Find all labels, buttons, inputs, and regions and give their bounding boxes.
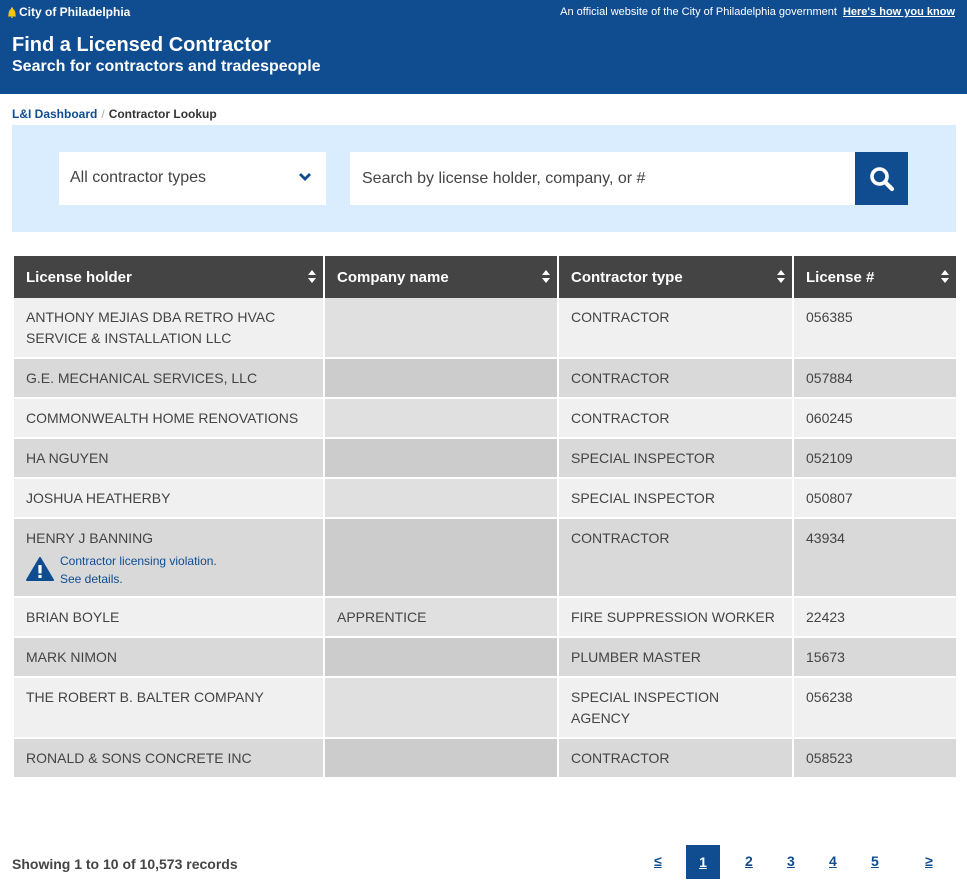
contractor-type-cell: CONTRACTOR: [557, 298, 793, 358]
contractor-type-cell: PLUMBER MASTER: [557, 637, 793, 677]
search-panel: All contractor types: [12, 125, 956, 232]
chevron-down-icon: [299, 173, 311, 181]
violation-link[interactable]: Contractor licensing violation.: [60, 552, 217, 570]
license-number-cell: 056385: [792, 298, 956, 358]
contractor-type-cell: CONTRACTOR: [557, 358, 793, 398]
column-header-license-holder[interactable]: License holder: [14, 256, 324, 298]
license-holder-cell: ANTHONY MEJIAS DBA RETRO HVAC SERVICE & …: [14, 298, 324, 358]
see-details-link[interactable]: See details.: [60, 570, 217, 588]
company-name-cell: [323, 478, 558, 518]
official-text: An official website of the City of Phila…: [560, 6, 837, 18]
utility-bar: City of Philadelphia An official website…: [0, 0, 967, 24]
contractor-type-cell: CONTRACTOR: [557, 738, 793, 778]
license-holder-cell: COMMONWEALTH HOME RENOVATIONS: [14, 398, 324, 438]
contractor-type-cell: SPECIAL INSPECTOR: [557, 438, 793, 478]
company-name-cell: APPRENTICE: [323, 597, 558, 637]
official-notice: An official website of the City of Phila…: [560, 6, 955, 18]
license-holder-cell: HA NGUYEN: [14, 438, 324, 478]
contractor-type-selected: All contractor types: [70, 169, 207, 186]
license-holder-cell: MARK NIMON: [14, 637, 324, 677]
sort-icon: [777, 270, 785, 283]
license-number-cell: 052109: [792, 438, 956, 478]
breadcrumb-separator: /: [101, 107, 105, 121]
contractor-type-select[interactable]: All contractor types: [59, 152, 326, 205]
brand-label: City of Philadelphia: [19, 5, 131, 19]
search-icon: [869, 166, 894, 191]
company-name-cell: [323, 298, 558, 358]
table-row[interactable]: ANTHONY MEJIAS DBA RETRO HVAC SERVICE & …: [14, 298, 956, 358]
license-number-cell: 057884: [792, 358, 956, 398]
table-header-row: License holder Company name Contractor t…: [14, 256, 956, 298]
liberty-bell-icon: [8, 6, 16, 18]
table-row[interactable]: HA NGUYEN SPECIAL INSPECTOR 052109: [14, 438, 956, 478]
company-name-cell: [323, 398, 558, 438]
column-header-license-number[interactable]: License #: [792, 256, 956, 298]
page-subtitle: Search for contractors and tradespeople: [12, 58, 321, 75]
column-header-label: License #: [806, 268, 875, 286]
company-name-cell: [323, 677, 558, 738]
results-count: Showing 1 to 10 of 10,573 records: [12, 856, 238, 872]
license-number-cell: 050807: [792, 478, 956, 518]
table-row[interactable]: JOSHUA HEATHERBY SPECIAL INSPECTOR 05080…: [14, 478, 956, 518]
license-number-cell: 058523: [792, 738, 956, 778]
license-holder-cell: HENRY J BANNING Contractor licensing vio…: [14, 518, 324, 597]
table-row[interactable]: MARK NIMON PLUMBER MASTER 15673: [14, 637, 956, 677]
warning-icon: [26, 557, 54, 581]
column-header-label: Company name: [337, 268, 449, 286]
contractor-type-cell: FIRE SUPPRESSION WORKER: [557, 597, 793, 637]
license-number-cell: 43934: [792, 518, 956, 597]
breadcrumb-dashboard-link[interactable]: L&I Dashboard: [12, 107, 97, 121]
app-header: Find a Licensed Contractor Search for co…: [0, 24, 967, 94]
license-number-cell: 060245: [792, 398, 956, 438]
previous-page-link[interactable]: ≤: [654, 853, 662, 869]
table-row[interactable]: G.E. MECHANICAL SERVICES, LLC CONTRACTOR…: [14, 358, 956, 398]
breadcrumb: L&I Dashboard / Contractor Lookup: [12, 107, 217, 121]
how-you-know-link[interactable]: Here's how you know: [843, 6, 955, 18]
column-header-label: License holder: [26, 268, 132, 286]
table-row[interactable]: HENRY J BANNING Contractor licensing vio…: [14, 518, 956, 597]
license-holder-name: HENRY J BANNING: [26, 530, 154, 546]
table-row[interactable]: RONALD & SONS CONCRETE INC CONTRACTOR 05…: [14, 738, 956, 778]
license-holder-cell: JOSHUA HEATHERBY: [14, 478, 324, 518]
table-row[interactable]: COMMONWEALTH HOME RENOVATIONS CONTRACTOR…: [14, 398, 956, 438]
search-button[interactable]: [855, 152, 908, 205]
page-2-link[interactable]: 2: [745, 853, 753, 869]
page-1-link[interactable]: 1: [686, 845, 720, 879]
company-name-cell: [323, 438, 558, 478]
table-row[interactable]: THE ROBERT B. BALTER COMPANY SPECIAL INS…: [14, 677, 956, 738]
license-number-cell: 22423: [792, 597, 956, 637]
sort-icon: [542, 270, 550, 283]
page-title: Find a Licensed Contractor: [12, 34, 271, 56]
company-name-cell: [323, 518, 558, 597]
column-header-label: Contractor type: [571, 268, 683, 286]
sort-icon: [941, 270, 949, 283]
search-input[interactable]: [350, 152, 856, 205]
sort-icon: [308, 270, 316, 283]
page-3-link[interactable]: 3: [787, 853, 795, 869]
contractor-type-cell: CONTRACTOR: [557, 398, 793, 438]
violation-notice: Contractor licensing violation. See deta…: [26, 552, 311, 588]
license-holder-cell: BRIAN BOYLE: [14, 597, 324, 637]
next-page-link[interactable]: ≥: [925, 853, 933, 869]
results-table: License holder Company name Contractor t…: [14, 256, 956, 779]
page-4-link[interactable]: 4: [829, 853, 837, 869]
company-name-cell: [323, 637, 558, 677]
contractor-type-cell: SPECIAL INSPECTOR: [557, 478, 793, 518]
license-holder-cell: RONALD & SONS CONCRETE INC: [14, 738, 324, 778]
contractor-type-cell: SPECIAL INSPECTION AGENCY: [557, 677, 793, 738]
company-name-cell: [323, 358, 558, 398]
column-header-contractor-type[interactable]: Contractor type: [557, 256, 793, 298]
license-holder-cell: THE ROBERT B. BALTER COMPANY: [14, 677, 324, 738]
contractor-type-cell: CONTRACTOR: [557, 518, 793, 597]
company-name-cell: [323, 738, 558, 778]
license-holder-cell: G.E. MECHANICAL SERVICES, LLC: [14, 358, 324, 398]
license-number-cell: 15673: [792, 637, 956, 677]
column-header-company-name[interactable]: Company name: [323, 256, 558, 298]
license-number-cell: 056238: [792, 677, 956, 738]
breadcrumb-current: Contractor Lookup: [108, 107, 217, 121]
page-5-link[interactable]: 5: [871, 853, 879, 869]
table-row[interactable]: BRIAN BOYLE APPRENTICE FIRE SUPPRESSION …: [14, 597, 956, 637]
city-brand-link[interactable]: City of Philadelphia: [8, 5, 130, 19]
